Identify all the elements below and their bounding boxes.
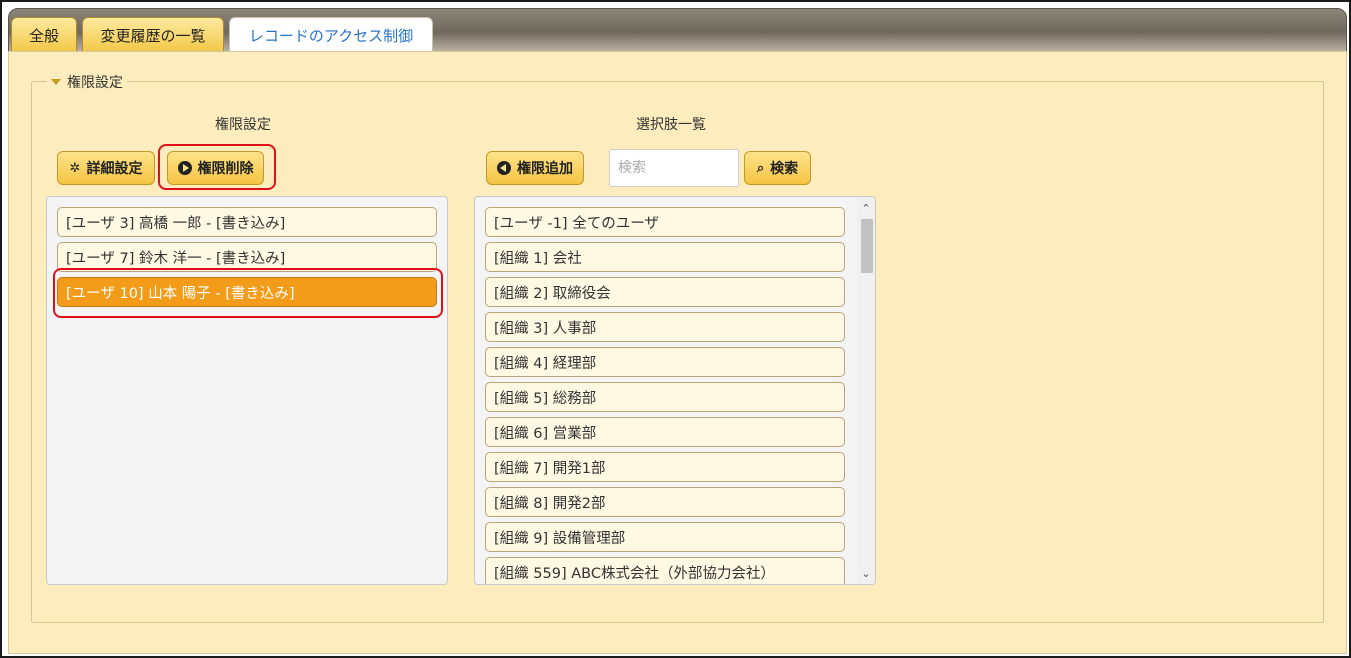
choice-list-item[interactable]: [組織 8] 開発2部 <box>485 487 845 517</box>
scroll-down-icon[interactable]: ⌄ <box>857 564 875 582</box>
detail-settings-button[interactable]: ✲ 詳細設定 <box>57 151 155 185</box>
right-column-title: 選択肢一覧 <box>636 117 706 133</box>
tab-general[interactable]: 全般 <box>11 17 77 53</box>
choice-list-item[interactable]: [組織 1] 会社 <box>485 242 845 272</box>
choice-list-item[interactable]: [ユーザ -1] 全てのユーザ <box>485 207 845 237</box>
scroll-up-icon[interactable]: ⌃ <box>857 199 875 217</box>
permission-item-label: [ユーザ 7] 鈴木 洋一 - [書き込み] <box>66 250 286 267</box>
remove-permission-button[interactable]: 権限削除 <box>167 151 264 185</box>
choice-item-label: [ユーザ -1] 全てのユーザ <box>494 215 659 232</box>
tab-general-label: 全般 <box>28 27 59 45</box>
choice-list-item[interactable]: [組織 9] 設備管理部 <box>485 522 845 552</box>
choice-list-item[interactable]: [組織 4] 経理部 <box>485 347 845 377</box>
left-column-title: 権限設定 <box>215 117 271 133</box>
permission-item-label: [ユーザ 10] 山本 陽子 - [書き込み] <box>66 285 295 302</box>
remove-permission-label: 権限削除 <box>197 161 254 177</box>
choice-list-item[interactable]: [組織 2] 取締役会 <box>485 277 845 307</box>
choice-item-label: [組織 4] 経理部 <box>494 355 597 372</box>
permission-list[interactable]: [ユーザ 3] 高橋 一郎 - [書き込み] [ユーザ 7] 鈴木 洋一 - [… <box>46 196 448 585</box>
permission-list-item[interactable]: [ユーザ 7] 鈴木 洋一 - [書き込み] <box>57 242 437 272</box>
add-permission-label: 権限追加 <box>517 161 573 177</box>
search-input[interactable] <box>609 149 739 187</box>
add-permission-button[interactable]: 権限追加 <box>486 151 584 185</box>
choice-item-label: [組織 5] 総務部 <box>494 390 597 407</box>
choice-item-label: [組織 2] 取締役会 <box>494 285 611 302</box>
detail-settings-label: 詳細設定 <box>86 161 143 177</box>
window-frame: 全般 変更履歴の一覧 レコードのアクセス制御 権限設定 権限設定 ✲ 詳細設定 … <box>0 0 1351 658</box>
choice-item-label: [組織 6] 営業部 <box>494 425 597 442</box>
choice-list-item[interactable]: [組織 6] 営業部 <box>485 417 845 447</box>
tab-change-history[interactable]: 変更履歴の一覧 <box>82 17 224 53</box>
choice-item-label: [組織 1] 会社 <box>494 250 582 267</box>
choices-list[interactable]: [ユーザ -1] 全てのユーザ [組織 1] 会社 [組織 2] 取締役会 [組… <box>474 196 876 585</box>
choice-list-item[interactable]: [組織 559] ABC株式会社（外部協力会社） <box>485 557 845 584</box>
tab-content-panel: 権限設定 権限設定 ✲ 詳細設定 権限削除 [ユーザ 3] 高橋 一郎 - [書… <box>8 51 1347 654</box>
choice-item-label: [組織 559] ABC株式会社（外部協力会社） <box>494 565 775 582</box>
choice-item-label: [組織 7] 開発1部 <box>494 460 606 477</box>
choice-list-item[interactable]: [組織 3] 人事部 <box>485 312 845 342</box>
search-button-label: 検索 <box>770 161 799 177</box>
search-button[interactable]: ⌕ 検索 <box>744 151 811 185</box>
arrow-left-circle-icon <box>497 161 511 175</box>
tab-change-history-label: 変更履歴の一覧 <box>100 27 206 45</box>
choice-list-item[interactable]: [組織 5] 総務部 <box>485 382 845 412</box>
arrow-right-circle-icon <box>177 161 192 175</box>
permission-list-item[interactable]: [ユーザ 3] 高橋 一郎 - [書き込み] <box>57 207 437 237</box>
scroll-thumb[interactable] <box>861 219 873 273</box>
tab-bar: 全般 変更履歴の一覧 レコードのアクセス制御 <box>8 8 1347 53</box>
permission-item-label: [ユーザ 3] 高橋 一郎 - [書き込み] <box>66 215 286 232</box>
search-icon: ⌕ <box>756 160 765 176</box>
choice-list-item[interactable]: [組織 7] 開発1部 <box>485 452 845 482</box>
choice-item-label: [組織 9] 設備管理部 <box>494 530 626 547</box>
gear-icon: ✲ <box>69 160 81 176</box>
permission-list-item-selected[interactable]: [ユーザ 10] 山本 陽子 - [書き込み] <box>57 277 437 307</box>
tab-record-access-control-label: レコードのアクセス制御 <box>248 27 414 45</box>
tab-record-access-control[interactable]: レコードのアクセス制御 <box>229 17 433 53</box>
choices-scrollbar[interactable]: ⌃ ⌄ <box>857 197 875 584</box>
fieldset-legend[interactable]: 権限設定 <box>47 72 127 92</box>
choice-item-label: [組織 3] 人事部 <box>494 320 597 337</box>
fieldset-legend-label: 権限設定 <box>67 75 123 91</box>
collapse-triangle-icon <box>51 79 61 85</box>
choice-item-label: [組織 8] 開発2部 <box>494 495 606 512</box>
